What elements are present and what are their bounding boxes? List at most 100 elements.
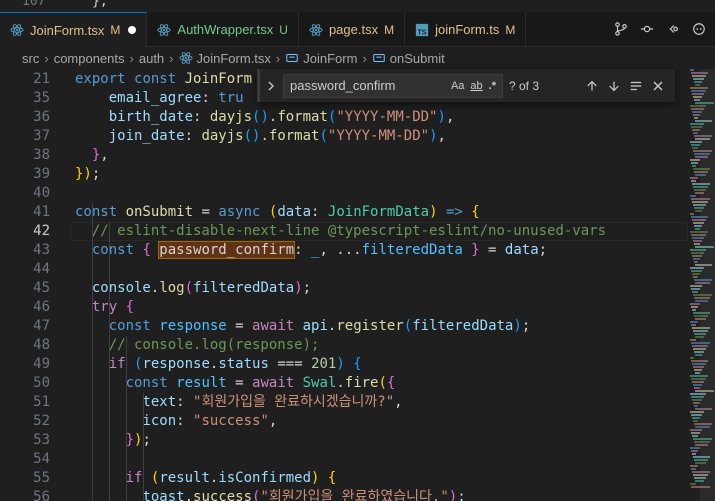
code-line[interactable]: 41 const onSubmit = async (data: JoinForm… bbox=[0, 203, 688, 222]
line-number: 47 bbox=[33, 318, 50, 334]
previous-match-button[interactable] bbox=[581, 75, 603, 97]
code-token: const bbox=[75, 204, 126, 220]
source-control-icon[interactable] bbox=[613, 21, 629, 37]
code-line[interactable]: 48 // console.log(response); bbox=[0, 336, 688, 355]
line-number: 21 bbox=[33, 71, 50, 87]
breadcrumb-item[interactable]: src bbox=[22, 51, 39, 66]
breadcrumb-item[interactable]: JoinForm.tsx bbox=[178, 51, 271, 66]
code-line[interactable]: 56 toast.success("회원가입을 완료하였습니다."); bbox=[0, 488, 688, 501]
ts-icon: TS bbox=[415, 23, 429, 37]
match-case-toggle[interactable]: Aa bbox=[451, 80, 464, 92]
code-line[interactable]: 51 text: "회원가입을 완료하시겠습니까?", bbox=[0, 393, 688, 412]
unsaved-dot-icon[interactable] bbox=[128, 26, 137, 34]
code-token: , bbox=[100, 147, 109, 163]
code-token: { bbox=[142, 242, 160, 258]
next-match-button[interactable] bbox=[603, 75, 625, 97]
code-token: . bbox=[336, 375, 345, 391]
code-token: ) bbox=[294, 280, 303, 296]
code-line[interactable]: 52 icon: "success", bbox=[0, 412, 688, 431]
minimap-line bbox=[693, 258, 700, 260]
line-number: 49 bbox=[33, 356, 50, 372]
code-text: }); bbox=[75, 165, 100, 184]
chevron-right-icon: › bbox=[169, 50, 174, 66]
code-text: }, bbox=[92, 0, 108, 9]
code-token: = bbox=[226, 375, 253, 391]
code-line[interactable]: 43 const { password_confirm: _, ...filter… bbox=[0, 241, 688, 260]
tab-3[interactable]: TS joinForm.ts M bbox=[405, 12, 527, 47]
code-token: : bbox=[176, 413, 194, 429]
code-editor[interactable]: 21 export const JoinForm 35 email_agree: tr… bbox=[0, 69, 688, 501]
code-text: toast.success("회원가입을 완료하였습니다."); bbox=[142, 488, 465, 501]
minimap-line bbox=[690, 177, 698, 179]
code-line[interactable]: 44 bbox=[0, 260, 688, 279]
tab-2[interactable]: page.tsx M bbox=[299, 12, 406, 47]
code-line[interactable]: 37 join_date: dayjs().format("YYYY-MM-DD"… bbox=[0, 127, 688, 146]
code-text: join_date: dayjs().format("YYYY-MM-DD"), bbox=[109, 127, 446, 146]
minimap-line bbox=[694, 117, 698, 119]
whole-word-toggle[interactable]: ab bbox=[470, 80, 482, 92]
git-status-badge: M bbox=[110, 23, 121, 37]
code-token: birth_date bbox=[108, 109, 194, 125]
code-token: filteredData bbox=[193, 280, 295, 296]
find-input[interactable]: password_confirm Aa ab .* bbox=[283, 73, 503, 98]
code-text: const { password_confirm: _, ...filtered… bbox=[92, 241, 547, 260]
line-number: 51 bbox=[33, 394, 50, 410]
code-token: = bbox=[226, 318, 253, 334]
minimap-line bbox=[690, 303, 700, 305]
code-line[interactable]: 36 birth_date: dayjs().format("YYYY-MM-DD… bbox=[0, 108, 688, 127]
code-token: toast bbox=[142, 489, 185, 501]
code-token: => bbox=[445, 204, 463, 220]
code-token: format bbox=[277, 109, 328, 125]
tab-label: AuthWrapper.tsx bbox=[177, 22, 274, 37]
minimap-line bbox=[691, 180, 696, 182]
close-find-button[interactable] bbox=[647, 75, 669, 97]
compare-changes-icon[interactable] bbox=[639, 21, 655, 37]
code-line[interactable]: 40 bbox=[0, 184, 688, 203]
code-line[interactable]: 42 // eslint-disable-next-line @typescrip… bbox=[0, 222, 688, 241]
breadcrumb-label: JoinForm bbox=[303, 50, 358, 66]
code-token: data bbox=[277, 204, 312, 220]
code-line[interactable]: 38}, bbox=[0, 146, 688, 165]
code-line[interactable]: 54 bbox=[0, 450, 688, 469]
open-changes-icon[interactable] bbox=[665, 21, 681, 37]
editor-actions bbox=[605, 12, 715, 46]
minimap-line bbox=[690, 321, 698, 323]
copilot-icon[interactable] bbox=[691, 21, 707, 37]
breadcrumb-item[interactable]: JoinForm bbox=[285, 51, 357, 66]
code-text: }); bbox=[126, 431, 151, 450]
code-line[interactable]: 55 if (result.isConfirmed) { bbox=[0, 469, 688, 488]
code-line[interactable]: 39}); bbox=[0, 165, 688, 184]
code-token: ) bbox=[513, 318, 522, 334]
code-line[interactable]: 46 try { bbox=[0, 298, 688, 317]
find-in-selection-button[interactable] bbox=[625, 75, 647, 97]
breadcrumb-item[interactable]: onSubmit bbox=[372, 51, 445, 66]
code-token: fire bbox=[344, 375, 379, 391]
code-token: , bbox=[445, 109, 455, 125]
code-token: "success" bbox=[193, 413, 269, 429]
code-token: ( bbox=[378, 375, 387, 391]
minimap-line bbox=[690, 483, 696, 485]
regex-toggle[interactable]: .* bbox=[489, 80, 496, 92]
svg-text:TS: TS bbox=[418, 29, 427, 36]
code-line[interactable]: 49 if (response.status === 201) { bbox=[0, 355, 688, 374]
minimap-line bbox=[692, 129, 700, 131]
code-token: : bbox=[176, 394, 194, 410]
breadcrumb-item[interactable]: auth bbox=[139, 51, 164, 66]
code-token: . bbox=[260, 128, 269, 144]
code-token: text bbox=[142, 394, 177, 410]
code-line[interactable]: 45 console.log(filteredData); bbox=[0, 279, 688, 298]
tab-0[interactable]: JoinForm.tsx M bbox=[0, 12, 148, 47]
code-token: , ... bbox=[319, 242, 362, 258]
code-line[interactable]: 47 const response = await api.register(fi… bbox=[0, 317, 688, 336]
code-token: export bbox=[75, 71, 135, 87]
code-token: Swal bbox=[302, 375, 337, 391]
vertical-scrollbar[interactable] bbox=[700, 69, 715, 501]
code-line[interactable]: 50 const result = await Swal.fire({ bbox=[0, 374, 688, 393]
chevron-right-icon[interactable] bbox=[263, 78, 279, 94]
breadcrumb-item[interactable]: components bbox=[54, 51, 125, 66]
tab-1[interactable]: AuthWrapper.tsx U bbox=[147, 12, 299, 47]
code-line[interactable]: 53}); bbox=[0, 431, 688, 450]
code-token: () bbox=[243, 128, 261, 144]
code-token: tru bbox=[218, 90, 244, 106]
